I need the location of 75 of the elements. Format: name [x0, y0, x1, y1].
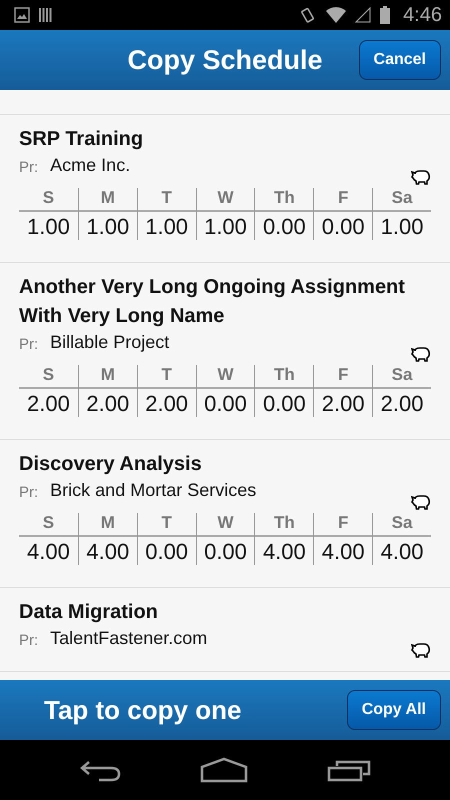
day-heading: T: [138, 188, 196, 212]
piggy-bank-icon: [411, 493, 431, 511]
hours-value: 1.00: [27, 213, 70, 240]
project-label: Pr:: [19, 484, 38, 501]
project-label: Pr:: [19, 632, 38, 649]
assignment-item[interactable]: SRP Training Pr: Acme Inc. S 1.00 M 1.00 T 1.00 W 1.00 Th 0.00 F 0.00 Sa 1.00: [0, 115, 450, 263]
signal-icon: [355, 7, 372, 23]
hours-value: 1.00: [204, 213, 247, 240]
project-label: Pr:: [19, 159, 38, 176]
day-heading: Th: [255, 188, 314, 212]
hours-value: 4.00: [262, 538, 306, 565]
assignment-item[interactable]: Discovery Analysis Pr: Brick and Mortar Services S 4.00 M 4.00 T 0.00 W 0.00 Th 4.00 F 4.00 Sa 4.00: [0, 440, 450, 588]
day-heading: M: [78, 188, 137, 212]
piggy-bank-icon: [411, 168, 431, 186]
hours-value: 2.00: [145, 390, 188, 417]
picture-notification-icon: [14, 7, 30, 23]
hours-value: 4.00: [322, 538, 365, 565]
back-icon[interactable]: [79, 758, 122, 782]
assignment-name: SRP Training: [19, 127, 144, 152]
hours-value: 0.00: [204, 390, 247, 417]
hours-value: 0.00: [204, 538, 247, 565]
project-name: Billable Project: [50, 332, 170, 353]
day-heading: W: [196, 188, 254, 212]
recent-apps-icon[interactable]: [326, 758, 371, 782]
hours-value: 2.00: [86, 390, 130, 417]
project-name: Acme Inc.: [50, 155, 130, 176]
day-heading: S: [19, 513, 78, 537]
day-heading: T: [138, 365, 196, 389]
hours-value: 4.00: [86, 538, 130, 565]
clock: 4:46: [403, 4, 442, 26]
day-heading: T: [138, 513, 196, 537]
day-heading: W: [196, 513, 254, 537]
assignment-item[interactable]: Another Very Long Ongoing Assignment With Very Long Name Pr: Billable Project S 2.00 M 2.00 T 2.00 W 0.00 Th 0.00 F 2.00 Sa 2.00: [0, 263, 450, 440]
day-heading: Sa: [373, 513, 431, 537]
day-heading: Sa: [373, 188, 431, 212]
assignment-name: Data Migration: [19, 600, 159, 625]
day-heading: M: [78, 513, 137, 537]
battery-icon: [379, 6, 392, 24]
hours-value: 0.00: [322, 213, 365, 240]
day-heading: F: [314, 188, 372, 212]
hours-value: 2.00: [27, 390, 70, 417]
assignment-name: Discovery Analysis: [19, 452, 203, 477]
day-heading: Th: [255, 365, 314, 389]
piggy-bank-icon: [411, 641, 431, 659]
project-label: Pr:: [19, 336, 38, 353]
piggy-bank-icon: [411, 345, 431, 363]
hours-value: 4.00: [380, 538, 424, 565]
hours-value: 4.00: [27, 538, 70, 565]
day-heading: F: [314, 513, 372, 537]
project-name: Brick and Mortar Services: [50, 480, 256, 501]
wifi-icon: [325, 6, 348, 24]
assignment-item[interactable]: Data Migration Pr: TalentFastener.com: [0, 588, 450, 672]
cancel-button[interactable]: Cancel: [358, 40, 441, 80]
hours-value: 0.00: [262, 213, 306, 240]
copy-hint: Tap to copy one: [44, 694, 242, 726]
hours-value: 1.00: [86, 213, 130, 240]
hours-value: 1.00: [145, 213, 188, 240]
day-heading: M: [78, 365, 137, 389]
hours-value: 1.00: [380, 213, 424, 240]
day-heading: Th: [255, 513, 314, 537]
barcode-notification-icon: [38, 7, 54, 23]
hours-value: 2.00: [322, 390, 365, 417]
day-heading: W: [196, 365, 254, 389]
day-heading: S: [19, 365, 78, 389]
day-heading: F: [314, 365, 372, 389]
day-heading: S: [19, 188, 78, 212]
day-heading: Sa: [373, 365, 431, 389]
assignment-name: Another Very Long Ongoing Assignment With Very Long Name: [19, 275, 406, 329]
screen-title: Copy Schedule: [127, 44, 323, 76]
hours-value: 2.00: [380, 390, 424, 417]
home-icon[interactable]: [200, 757, 248, 783]
copy-all-button[interactable]: Copy All: [346, 690, 441, 730]
project-name: TalentFastener.com: [50, 628, 208, 649]
hours-value: 0.00: [262, 390, 306, 417]
hours-value: 0.00: [145, 538, 188, 565]
